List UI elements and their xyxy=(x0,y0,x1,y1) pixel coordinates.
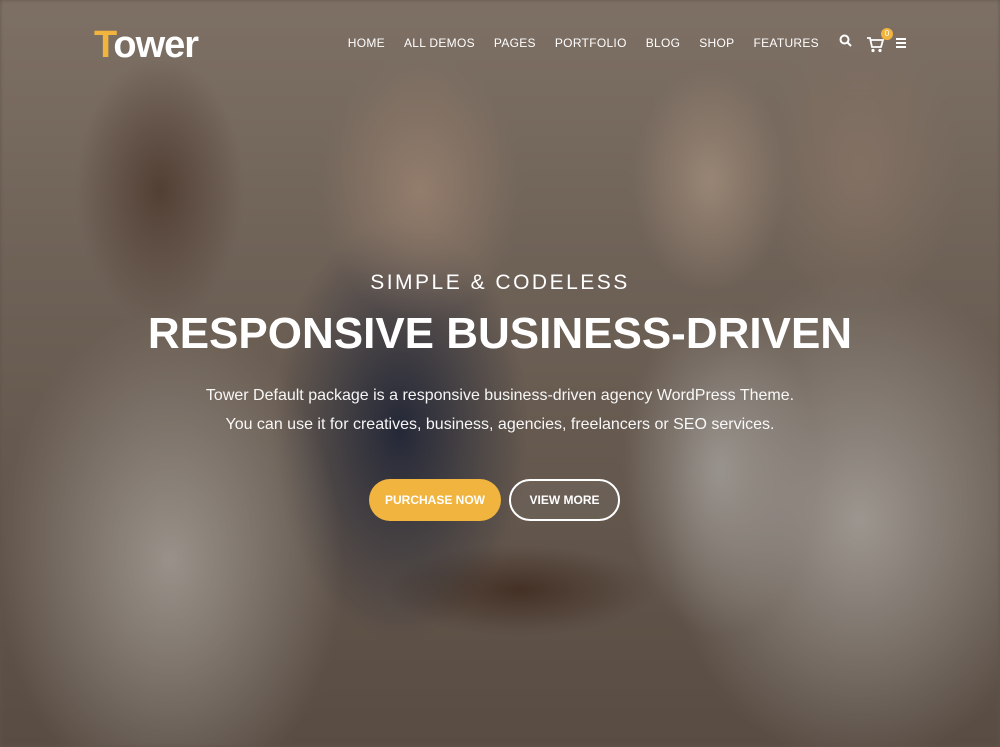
view-more-button[interactable]: VIEW MORE xyxy=(509,479,620,521)
cart-count-badge: 0 xyxy=(881,28,893,40)
search-icon[interactable] xyxy=(839,34,852,52)
hero-subtitle: SIMPLE & CODELESS xyxy=(370,271,630,294)
nav-item-home[interactable]: HOME xyxy=(348,36,385,50)
nav-item-features[interactable]: FEATURES xyxy=(753,36,819,50)
hero-description-line: You can use it for creatives, business, … xyxy=(225,416,775,433)
hero-overlay xyxy=(0,0,1000,747)
nav-item-shop[interactable]: SHOP xyxy=(699,36,734,50)
site-logo[interactable]: Tower xyxy=(94,22,199,68)
hero-description-line: Tower Default package is a responsive bu… xyxy=(205,387,795,404)
cart-icon[interactable]: 0 xyxy=(866,28,893,58)
main-nav: HOME ALL DEMOS PAGES PORTFOLIO BLOG SHOP… xyxy=(348,36,819,50)
hero-headline: RESPONSIVE BUSINESS-DRIVEN xyxy=(147,309,853,358)
purchase-now-button[interactable]: PURCHASE NOW xyxy=(369,479,501,521)
nav-item-blog[interactable]: BLOG xyxy=(646,36,681,50)
menu-icon[interactable] xyxy=(896,38,906,50)
nav-item-pages[interactable]: PAGES xyxy=(494,36,536,50)
hero-description: Tower Default package is a responsive bu… xyxy=(0,381,1000,439)
nav-item-portfolio[interactable]: PORTFOLIO xyxy=(555,36,627,50)
nav-item-all-demos[interactable]: ALL DEMOS xyxy=(404,36,475,50)
